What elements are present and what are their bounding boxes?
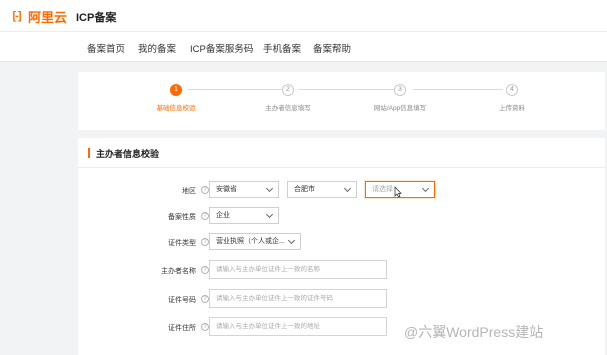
host-name-placeholder: 请输入与主办单位证件上一致的名称 (216, 266, 320, 273)
step-label: 网站/App信息填写 (373, 105, 427, 112)
product-title: ICP备案 (76, 12, 117, 24)
nav-item-service-code[interactable]: ICP备案服务码 (190, 41, 253, 55)
top-bar: [-] 阿里云 ICP备案 (0, 0, 607, 32)
chevron-down-icon (287, 236, 296, 245)
cert-type-select[interactable]: 营业执照（个人或企... (209, 233, 301, 250)
step-3: 3 网站/App信息填写 (360, 84, 440, 112)
cert-type-value: 营业执照（个人或企... (216, 238, 285, 245)
district-placeholder: 请选择 (372, 186, 393, 193)
help-icon[interactable]: ? (201, 295, 209, 303)
step-label: 基础信息校验 (156, 105, 196, 112)
step-number: 2 (282, 84, 294, 96)
nature-value: 企业 (216, 212, 230, 219)
cert-no-placeholder: 请输入与主办单位证件上一致的证件号码 (216, 295, 333, 302)
step-number: 1 (170, 84, 182, 96)
cert-address-label: 证件住所 (168, 325, 196, 332)
host-name-label: 主办者名称 (161, 268, 196, 275)
cert-address-placeholder: 请输入与主办单位证件上一致的地址 (216, 323, 320, 330)
host-name-input[interactable]: 请输入与主办单位证件上一致的名称 (209, 260, 387, 279)
progress-steps: 1 基础信息校验 2 主办者信息填写 3 网站/App信息填写 4 上传资料 (78, 72, 605, 130)
province-value: 安徽省 (216, 186, 237, 193)
help-icon[interactable]: ? (201, 186, 209, 194)
nature-select[interactable]: 企业 (209, 207, 279, 224)
cert-type-label: 证件类型 (168, 240, 196, 247)
chevron-down-icon (421, 184, 430, 193)
chevron-down-icon (265, 210, 274, 219)
aliyun-logo-icon: [-] (12, 10, 22, 22)
step-number: 4 (506, 84, 518, 96)
city-select[interactable]: 合肥市 (287, 181, 357, 198)
step-label: 上传资料 (499, 105, 525, 112)
nature-label: 备案性质 (168, 214, 196, 221)
step-4: 4 上传资料 (472, 84, 552, 112)
city-value: 合肥市 (294, 186, 315, 193)
step-1: 1 基础信息校验 (136, 84, 216, 112)
main-nav: 备案首页 我的备案 ICP备案服务码 手机备案 备案帮助 (0, 32, 607, 62)
section-title: 主办者信息校验 (96, 149, 160, 159)
chevron-down-icon (265, 184, 274, 193)
province-select[interactable]: 安徽省 (209, 181, 279, 198)
step-number: 3 (394, 84, 406, 96)
nav-item-mobile-filing[interactable]: 手机备案 (263, 41, 301, 55)
section-accent-bar (88, 148, 90, 158)
cert-no-label: 证件号码 (168, 297, 196, 304)
section-header: 主办者信息校验 (78, 138, 605, 168)
mouse-pointer-icon (394, 186, 402, 198)
region-label: 地区 (182, 188, 196, 195)
chevron-down-icon (343, 184, 352, 193)
nav-item-help[interactable]: 备案帮助 (313, 41, 351, 55)
help-icon[interactable]: ? (201, 323, 209, 331)
help-icon[interactable]: ? (201, 238, 209, 246)
step-label: 主办者信息填写 (265, 105, 311, 112)
watermark: @六翼WordPress建站 (404, 324, 544, 340)
cert-address-input[interactable]: 请输入与主办单位证件上一致的地址 (209, 317, 387, 336)
nav-item-my-filing[interactable]: 我的备案 (138, 41, 176, 55)
aliyun-logo[interactable]: [-] 阿里云 (6, 8, 68, 25)
step-2: 2 主办者信息填写 (248, 84, 328, 112)
nav-item-home[interactable]: 备案首页 (87, 41, 125, 55)
help-icon[interactable]: ? (201, 212, 209, 220)
brand-name: 阿里云 (28, 9, 68, 25)
help-icon[interactable]: ? (201, 266, 209, 274)
cert-no-input[interactable]: 请输入与主办单位证件上一致的证件号码 (209, 289, 387, 308)
